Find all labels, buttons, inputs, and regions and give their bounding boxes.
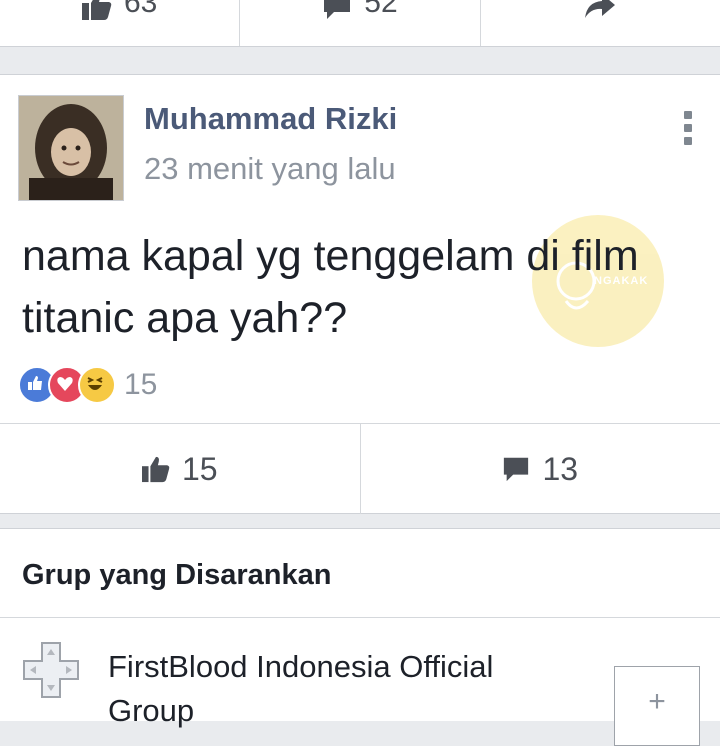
post-card: Muhammad Rizki 23 menit yang lalu NGAKAK… — [0, 74, 720, 514]
author-name[interactable]: Muhammad Rizki — [144, 101, 397, 137]
previous-like-count: 63 — [124, 0, 157, 20]
previous-comment-button[interactable]: 52 — [239, 0, 479, 46]
join-group-button[interactable]: + — [614, 666, 700, 746]
like-count: 15 — [182, 451, 218, 488]
comment-button[interactable]: 13 — [360, 424, 720, 514]
thumbs-up-icon — [142, 455, 170, 483]
thumbs-up-icon — [82, 0, 112, 20]
suggested-groups-title: Grup yang Disarankan — [22, 559, 331, 592]
previous-comment-count: 52 — [364, 0, 397, 20]
previous-post-action-bar: 63 52 — [0, 0, 720, 46]
previous-post-actions: 63 52 — [0, 0, 720, 47]
post-timestamp[interactable]: 23 menit yang lalu — [144, 151, 396, 187]
reaction-count: 15 — [124, 368, 157, 402]
post-text: nama kapal yg tenggelam di film titanic … — [22, 225, 712, 349]
suggested-groups-card: Grup yang Disarankan FirstBlood Indonesi… — [0, 528, 720, 721]
previous-like-button[interactable]: 63 — [0, 0, 239, 46]
share-icon — [584, 0, 616, 20]
group-logo-icon[interactable] — [22, 641, 80, 699]
comment-icon — [322, 0, 352, 20]
reactions-summary[interactable]: 15 — [18, 367, 157, 403]
post-action-bar: 15 13 — [0, 423, 720, 514]
author-avatar[interactable] — [18, 95, 124, 201]
avatar-photo — [19, 96, 123, 200]
comment-count: 13 — [542, 451, 578, 488]
comment-icon — [502, 455, 530, 483]
haha-reaction-icon — [78, 366, 116, 404]
like-button[interactable]: 15 — [0, 424, 360, 514]
previous-share-button[interactable] — [480, 0, 720, 46]
divider — [0, 617, 720, 618]
more-options-icon[interactable] — [680, 111, 696, 151]
